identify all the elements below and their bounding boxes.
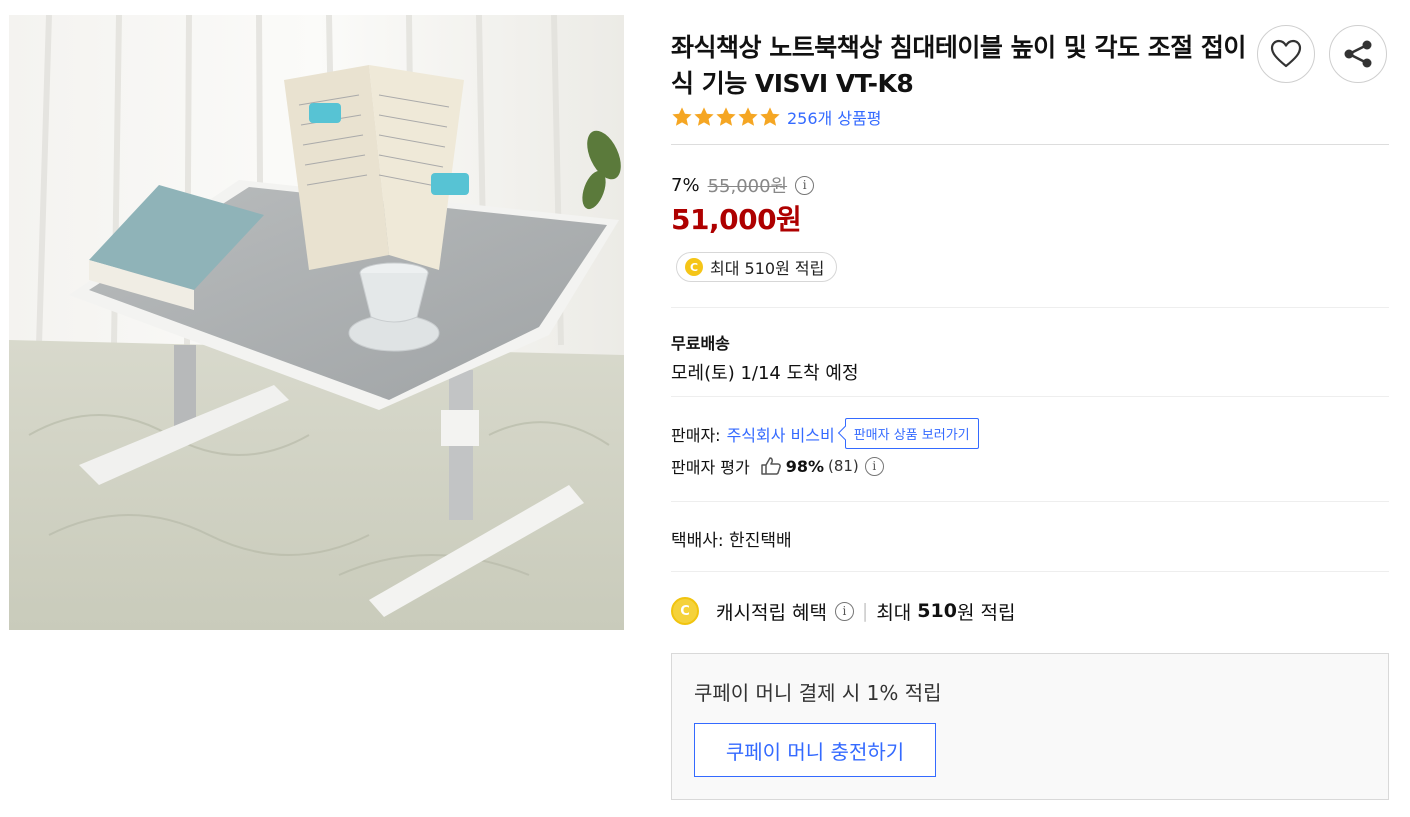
seller-rating-label: 판매자 평가 bbox=[671, 458, 750, 477]
review-count-link[interactable]: 256개 상품평 bbox=[787, 105, 882, 129]
divider bbox=[671, 571, 1389, 572]
arrival-date: 모레(토) 1/14 도착 예정 bbox=[671, 363, 859, 384]
thumbs-up-icon bbox=[760, 457, 781, 475]
info-icon[interactable]: i bbox=[834, 601, 854, 621]
star-icon bbox=[694, 107, 714, 126]
seller-rating-count: (81) bbox=[827, 457, 859, 475]
share-icon bbox=[1344, 40, 1372, 68]
cash-amount: 510 bbox=[917, 600, 957, 622]
coupay-charge-button[interactable]: 쿠페이 머니 충전하기 bbox=[694, 723, 936, 777]
heart-icon bbox=[1270, 39, 1302, 68]
seller-rating-pct: 98% bbox=[785, 456, 824, 476]
divider bbox=[671, 307, 1389, 308]
seller-name-link[interactable]: 주식회사 비스비 bbox=[727, 422, 835, 446]
cash-benefit: C 캐시적립 혜택 i | 최대 510 원 적립 bbox=[671, 597, 1015, 625]
cash-label: 캐시적립 혜택 bbox=[716, 601, 827, 624]
discount-rate: 7% bbox=[671, 174, 700, 196]
divider bbox=[671, 396, 1389, 397]
separator: | bbox=[861, 600, 869, 622]
wish-button[interactable] bbox=[1257, 25, 1315, 83]
seller-line: 판매자: 주식회사 비스비 판매자 상품 보러가기 bbox=[671, 418, 979, 449]
seller-rating: 판매자 평가 98% (81) i bbox=[671, 454, 884, 478]
coupay-text: 쿠페이 머니 결제 시 1% 적립 bbox=[694, 681, 942, 705]
rating: 256개 상품평 bbox=[671, 104, 882, 130]
star-icon bbox=[716, 107, 736, 126]
product-title: 좌식책상 노트북책상 침대테이블 높이 및 각도 조절 접이식 기능 VISVI… bbox=[671, 33, 1246, 98]
star-icon bbox=[672, 107, 692, 126]
seller-label: 판매자: bbox=[671, 425, 721, 445]
discount-line: 7% 55,000원 i bbox=[671, 172, 815, 198]
star-rating bbox=[671, 106, 781, 128]
star-icon bbox=[760, 107, 780, 126]
original-price: 55,000원 bbox=[707, 176, 788, 197]
reward-text: 최대 510원 적립 bbox=[710, 259, 825, 278]
reward-badge: C 최대 510원 적립 bbox=[676, 252, 838, 282]
coin-icon: C bbox=[671, 597, 699, 625]
courier: 택배사: 한진택배 bbox=[671, 531, 792, 551]
divider bbox=[671, 144, 1389, 145]
product-image[interactable] bbox=[9, 15, 624, 630]
info-icon[interactable]: i bbox=[795, 175, 815, 195]
share-button[interactable] bbox=[1329, 25, 1387, 83]
divider bbox=[671, 501, 1389, 502]
star-icon bbox=[738, 107, 758, 126]
info-icon[interactable]: i bbox=[864, 456, 884, 476]
cash-suffix: 원 적립 bbox=[956, 601, 1016, 624]
coin-icon: C bbox=[685, 258, 703, 276]
cash-prefix: 최대 bbox=[876, 601, 912, 624]
product-photo bbox=[9, 15, 624, 630]
shipping-title: 무료배송 bbox=[671, 334, 730, 353]
seller-products-button[interactable]: 판매자 상품 보러가기 bbox=[844, 418, 979, 449]
sale-price: 51,000원 bbox=[671, 203, 802, 236]
